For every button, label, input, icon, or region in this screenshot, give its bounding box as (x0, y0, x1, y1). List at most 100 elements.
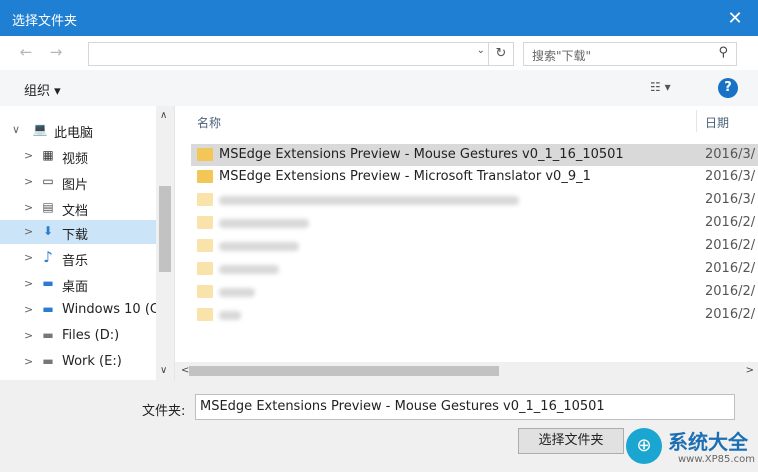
video-icon: ▦ (42, 148, 54, 162)
table-row[interactable]: 2016/2/ (191, 258, 758, 280)
expand-arrow-icon[interactable]: > (24, 303, 33, 316)
organize-button[interactable]: 组织 ▾ (24, 80, 61, 99)
music-icon: ♪ (43, 248, 53, 266)
view-options-icon[interactable]: ☷ ▾ (650, 80, 671, 94)
table-row[interactable]: 2016/3/ (191, 189, 758, 211)
table-row[interactable]: MSEdge Extensions Preview - Mouse Gestur… (191, 144, 758, 166)
sidebar-item-desktop[interactable]: > ▬ 桌面 (0, 272, 156, 296)
download-icon: ⬇ (42, 224, 54, 238)
navigation-bar: ← → ⌄ ↻ 搜索"下载" ⚲ (0, 36, 758, 70)
file-date: 2016/3/ (705, 192, 756, 207)
folder-icon (197, 193, 213, 206)
watermark-logo-icon: ⊕ (626, 428, 662, 464)
folder-icon (197, 170, 213, 183)
expand-arrow-icon[interactable]: ∨ (12, 123, 20, 136)
blurred-file-name (219, 196, 519, 205)
sidebar-item-label: 文档 (62, 204, 89, 219)
table-row[interactable]: 2016/2/ (191, 235, 758, 257)
sidebar-item-this-pc[interactable]: ∨ 💻 此电脑 (0, 118, 156, 142)
blurred-file-name (219, 265, 279, 274)
folder-icon (197, 285, 213, 298)
expand-arrow-icon[interactable]: > (24, 355, 33, 368)
select-folder-button[interactable]: 选择文件夹 (518, 428, 624, 454)
sidebar-item-videos[interactable]: > ▦ 视频 (0, 144, 156, 168)
computer-icon: 💻 (32, 122, 48, 136)
sidebar-item-label: Work (E:) (62, 354, 122, 369)
folder-icon (197, 239, 213, 252)
window-title: 选择文件夹 (12, 14, 78, 29)
sidebar-item-label: 桌面 (62, 280, 89, 295)
sidebar-item-label: Files (D:) (62, 328, 120, 343)
folder-icon (197, 216, 213, 229)
title-bar: 选择文件夹 ✕ (0, 0, 758, 36)
watermark-url: www.XP85.com (678, 454, 755, 465)
expand-arrow-icon[interactable]: > (24, 277, 33, 290)
drive-icon: ▬ (42, 328, 54, 342)
file-date: 2016/2/ (705, 284, 756, 299)
file-list: 名称 日期 MSEdge Extensions Preview - Mouse … (175, 106, 758, 362)
file-date: 2016/3/ (705, 169, 756, 184)
navigation-pane: ∨ 💻 此电脑 > ▦ 视频 > ▭ 图片 > ▤ 文档 > ⬇ 下载 > ♪ … (0, 106, 175, 380)
blurred-file-name (219, 219, 309, 228)
help-icon[interactable]: ? (718, 78, 738, 98)
folder-icon (197, 148, 213, 161)
sidebar-item-drive-e[interactable]: > ▬ Work (E:) (0, 350, 156, 374)
watermark-text: 系统大全 (668, 430, 748, 454)
search-placeholder: 搜索"下载" (532, 49, 592, 63)
close-icon[interactable]: ✕ (722, 5, 748, 31)
file-date: 2016/2/ (705, 215, 756, 230)
sidebar-item-label: 音乐 (62, 254, 89, 269)
scrollbar-thumb[interactable] (159, 186, 171, 272)
back-arrow-icon[interactable]: ← (16, 43, 36, 63)
sidebar-item-drive-c[interactable]: > ▬ Windows 10 (C (0, 298, 159, 322)
folder-name-field[interactable]: MSEdge Extensions Preview - Mouse Gestur… (195, 394, 735, 420)
sidebar-item-label: 视频 (62, 152, 89, 167)
table-row[interactable]: 2016/2/ (191, 304, 758, 326)
scroll-up-icon[interactable]: ∧ (160, 110, 167, 121)
folder-icon (197, 262, 213, 275)
horizontal-scrollbar[interactable]: < > (175, 362, 758, 380)
windows-drive-icon: ▬ (42, 302, 54, 316)
expand-arrow-icon[interactable]: > (24, 149, 33, 162)
blurred-file-name (219, 311, 241, 320)
forward-arrow-icon[interactable]: → (46, 43, 66, 63)
document-icon: ▤ (42, 200, 54, 214)
expand-arrow-icon[interactable]: > (24, 175, 33, 188)
column-header-date[interactable]: 日期 (705, 114, 729, 131)
table-row[interactable]: MSEdge Extensions Preview - Microsoft Tr… (191, 166, 758, 188)
search-input[interactable]: 搜索"下载" ⚲ (523, 42, 737, 66)
toolbar: 组织 ▾ ☷ ▾ ? (0, 70, 758, 106)
chevron-down-icon[interactable]: ⌄ (477, 45, 485, 56)
scrollbar-thumb[interactable] (189, 366, 499, 376)
expand-arrow-icon[interactable]: > (24, 201, 33, 214)
search-icon[interactable]: ⚲ (718, 45, 728, 60)
table-row[interactable]: 2016/2/ (191, 281, 758, 303)
sidebar-scrollbar[interactable]: ∧ ∨ (156, 106, 174, 380)
expand-arrow-icon[interactable]: > (24, 225, 33, 238)
sidebar-item-label: 图片 (62, 178, 89, 193)
scroll-down-icon[interactable]: ∨ (160, 365, 167, 376)
sidebar-item-drive-d[interactable]: > ▬ Files (D:) (0, 324, 156, 348)
file-date: 2016/2/ (705, 261, 756, 276)
folder-icon (197, 308, 213, 321)
expand-arrow-icon[interactable]: > (24, 251, 33, 264)
sidebar-item-music[interactable]: > ♪ 音乐 (0, 246, 156, 270)
address-bar[interactable]: ⌄ ↻ (88, 42, 514, 66)
desktop-icon: ▬ (42, 276, 54, 290)
folder-name-value: MSEdge Extensions Preview - Mouse Gestur… (200, 399, 605, 414)
sidebar-item-documents[interactable]: > ▤ 文档 (0, 196, 156, 220)
file-date: 2016/2/ (705, 307, 756, 322)
sidebar-item-downloads[interactable]: > ⬇ 下载 (0, 220, 156, 244)
folder-label: 文件夹: (142, 404, 186, 419)
sidebar-item-pictures[interactable]: > ▭ 图片 (0, 170, 156, 194)
table-row[interactable]: 2016/2/ (191, 212, 758, 234)
file-name: MSEdge Extensions Preview - Microsoft Tr… (219, 169, 591, 184)
blurred-file-name (219, 288, 255, 297)
expand-arrow-icon[interactable]: > (24, 329, 33, 342)
sidebar-item-label: 此电脑 (54, 126, 94, 141)
scroll-right-icon[interactable]: > (746, 365, 754, 376)
watermark: ⊕ 系统大全 www.XP85.com (626, 424, 758, 472)
column-divider[interactable] (696, 110, 697, 132)
refresh-icon[interactable]: ↻ (488, 43, 513, 65)
column-header-name[interactable]: 名称 (197, 114, 221, 131)
